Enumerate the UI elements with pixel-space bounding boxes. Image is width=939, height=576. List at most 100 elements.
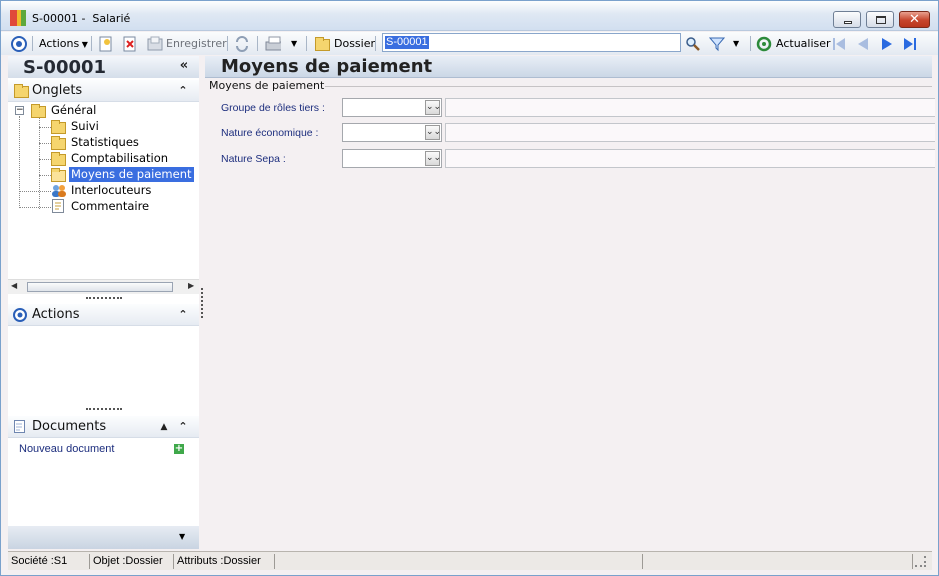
sync-icon	[236, 36, 248, 52]
collapse-chevron-icon[interactable]: ⌃	[177, 420, 189, 434]
print-dropdown-arrow-icon[interactable]: ▼	[291, 35, 297, 52]
filter-dropdown-arrow-icon[interactable]: ▼	[733, 35, 739, 52]
maximize-icon	[876, 16, 886, 24]
tree-line	[19, 191, 51, 192]
last-record-icon[interactable]	[902, 36, 918, 52]
document-icon	[14, 420, 25, 433]
toolbar-separator	[32, 36, 33, 51]
page-title: Moyens de paiement	[221, 56, 433, 77]
scroll-right-icon[interactable]: ▶	[188, 281, 194, 290]
more-dropdown-arrow-icon[interactable]: ▼	[179, 532, 185, 541]
status-object: Objet :Dossier	[90, 554, 174, 569]
resize-grip-icon[interactable]	[915, 556, 926, 567]
field-label-groupe-roles: Groupe de rôles tiers :	[221, 102, 325, 114]
groupe-roles-description	[445, 98, 935, 117]
tabs-section-header[interactable]: Onglets ⌃	[8, 80, 199, 102]
nature-economique-select[interactable]: ⌄⌄	[342, 123, 442, 142]
next-record-icon[interactable]	[879, 36, 895, 52]
scroll-left-icon[interactable]: ◀	[11, 281, 17, 290]
toolbar-separator	[750, 36, 751, 51]
tree-item-suivi[interactable]: Suivi	[71, 119, 99, 134]
close-button[interactable]: ✕	[899, 11, 930, 28]
tree-item-general[interactable]: Général	[51, 103, 96, 118]
tree-line	[19, 207, 51, 208]
status-attributes: Attributs :Dossier	[174, 554, 275, 569]
tree-item-comptabilisation[interactable]: Comptabilisation	[71, 151, 168, 166]
tree-line	[39, 159, 51, 160]
record-id: S-00001	[23, 57, 107, 78]
open-folder-icon	[51, 168, 66, 182]
new-document-link[interactable]: Nouveau document	[19, 443, 114, 455]
left-panel: S-00001 « Onglets ⌃ − Général Suivi Stat…	[8, 56, 199, 549]
documents-section-title: Documents	[32, 419, 107, 434]
print-icon[interactable]	[265, 36, 281, 52]
actions-menu-button[interactable]: Actions ▼	[39, 35, 88, 52]
search-input[interactable]: S-00001	[382, 33, 681, 52]
title-bar: S-00001 - Salarié ✕	[1, 1, 938, 31]
dropdown-arrow-icon: ▼	[79, 40, 88, 49]
toolbar-separator	[306, 36, 307, 51]
delete-icon[interactable]	[122, 36, 138, 52]
tree-item-interlocuteurs[interactable]: Interlocuteurs	[71, 183, 151, 198]
documents-section-header[interactable]: Documents ▲ ⌃	[8, 416, 199, 438]
nature-sepa-select[interactable]: ⌄⌄	[342, 149, 442, 168]
groupe-roles-select[interactable]: ⌄⌄	[342, 98, 442, 117]
tree-item-commentaire[interactable]: Commentaire	[71, 199, 149, 214]
nature-economique-description	[445, 123, 935, 142]
splitter-grip[interactable]	[86, 297, 122, 299]
previous-record-icon[interactable]	[855, 36, 871, 52]
double-chevron-down-icon[interactable]: ⌄⌄	[425, 125, 441, 140]
save-button[interactable]: Enregistrer	[166, 35, 227, 52]
folder-button[interactable]: Dossier	[334, 35, 375, 52]
group-border	[325, 86, 932, 87]
maximize-button[interactable]	[866, 11, 894, 28]
folder-icon	[51, 152, 66, 166]
status-empty-2	[643, 554, 913, 569]
splitter-grip[interactable]	[86, 408, 122, 410]
page-header: Moyens de paiement	[205, 56, 932, 78]
minimize-button[interactable]	[833, 11, 861, 28]
tree-horizontal-scrollbar[interactable]: ◀ ▶	[8, 279, 199, 294]
folder-icon	[31, 104, 46, 118]
toolbar-separator	[91, 36, 92, 51]
tree-item-statistiques[interactable]: Statistiques	[71, 135, 139, 150]
folder-icon	[14, 84, 29, 98]
double-chevron-down-icon[interactable]: ⌄⌄	[425, 100, 441, 115]
new-document-icon[interactable]	[98, 36, 114, 52]
contacts-icon	[52, 185, 66, 197]
status-empty-1	[275, 554, 643, 569]
filter-icon[interactable]	[709, 36, 725, 52]
tree-item-moyens-de-paiement[interactable]: Moyens de paiement	[69, 167, 194, 182]
folder-icon	[315, 37, 330, 51]
folder-icon	[51, 136, 66, 150]
tree-collapse-toggle[interactable]: −	[15, 106, 24, 115]
tree-line	[39, 175, 51, 176]
minimize-icon	[844, 21, 852, 24]
close-icon: ✕	[909, 12, 920, 27]
search-icon[interactable]	[685, 36, 701, 52]
scrollbar-thumb[interactable]	[27, 282, 173, 292]
add-document-icon[interactable]: +	[174, 444, 184, 454]
tree-line	[19, 116, 20, 208]
collapse-chevron-icon[interactable]: ⌃	[177, 84, 189, 98]
expand-up-icon[interactable]: ▲	[158, 420, 170, 434]
nature-sepa-description	[445, 149, 935, 168]
double-chevron-down-icon[interactable]: ⌄⌄	[425, 151, 441, 166]
field-label-nature-economique: Nature économique :	[221, 127, 319, 139]
folder-icon	[51, 120, 66, 134]
first-record-icon[interactable]	[831, 36, 847, 52]
save-icon	[147, 36, 163, 51]
toolbar-separator	[375, 36, 376, 51]
tree-line	[39, 127, 51, 128]
collapse-left-panel-icon[interactable]: «	[178, 59, 190, 73]
actions-section-header[interactable]: Actions ⌃	[8, 304, 199, 326]
vertical-splitter-grip[interactable]	[201, 288, 203, 318]
group-title: Moyens de paiement	[209, 79, 325, 92]
navigation-circle-icon[interactable]	[11, 36, 27, 52]
refresh-button[interactable]: Actualiser	[776, 35, 831, 52]
record-header: S-00001 «	[8, 56, 199, 78]
refresh-icon	[756, 36, 772, 52]
toolbar-separator	[227, 36, 228, 51]
application-window: S-00001 - Salarié ✕ Actions ▼ Enregistre…	[0, 0, 939, 576]
collapse-chevron-icon[interactable]: ⌃	[177, 308, 189, 322]
